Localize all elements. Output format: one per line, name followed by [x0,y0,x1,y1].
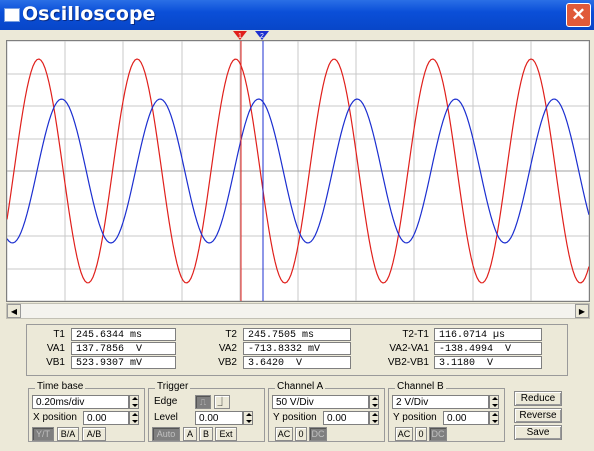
cursor-t1-label: 1 [238,33,242,40]
channel-a-zero-button[interactable]: 0 [295,427,307,441]
channel-b-ypos-field[interactable]: 0.00 [443,411,489,425]
window-icon [4,8,20,22]
channel-a-group: Channel A 50 V/Div Y position 0.00 AC 0 … [268,381,385,442]
va2-value: -713.8332 mV [243,342,351,355]
trigger-group: Trigger Edge ⎍ ⏌ Level 0.00 Auto A B Ext [148,381,265,442]
timebase-title: Time base [35,381,86,392]
channel-a-ypos-label: Y position [273,412,317,423]
channel-b-scale-spinner[interactable] [489,395,499,409]
xpos-field[interactable]: 0.00 [83,411,129,425]
va1-value: 137.7856 V [71,342,176,355]
trigger-b-button[interactable]: B [199,427,213,441]
channel-b-scale-field[interactable]: 2 V/Div [392,395,489,409]
mode-ba-button[interactable]: B/A [57,427,79,441]
vb2-label: VB2 [218,357,237,368]
mode-ab-button[interactable]: A/B [82,427,106,441]
channel-a-ypos-field[interactable]: 0.00 [323,411,369,425]
reduce-button[interactable]: Reduce [514,391,562,406]
cursor-handles: 1 2 [233,31,269,40]
channel-a-dc-button[interactable]: DC [309,427,327,441]
trigger-title: Trigger [155,381,191,392]
dt-value: 116.0714 µs [434,328,542,341]
timebase-field[interactable]: 0.20ms/div [32,395,129,409]
va2-label: VA2 [218,343,237,354]
scope-graph [6,40,590,302]
channel-b-zero-button[interactable]: 0 [415,427,427,441]
t2-value: 245.7505 ms [243,328,351,341]
cursor-readout: T1 245.6344 ms VA1 137.7856 V VB1 523.93… [26,324,568,376]
scroll-right-icon[interactable]: ▶ [575,304,589,318]
channel-a-title: Channel A [275,381,326,392]
vb2-value: 3.6420 V [243,356,351,369]
dvb-label: VB2-VB1 [387,357,429,368]
level-field[interactable]: 0.00 [195,411,243,425]
scope-display [6,40,590,302]
time-scrollbar[interactable]: ◀ ▶ [6,303,590,319]
channel-a-ypos-spinner[interactable] [369,411,379,425]
channel-b-ypos-spinner[interactable] [489,411,499,425]
close-button[interactable]: ✕ [566,3,591,27]
trigger-auto-button[interactable]: Auto [152,427,180,441]
save-button[interactable]: Save [514,425,562,440]
dt-label: T2-T1 [402,329,429,340]
edge-label: Edge [154,396,178,407]
rising-edge-icon[interactable]: ⎍ [195,395,211,409]
xpos-label: X position [33,412,77,423]
t1-label: T1 [53,329,65,340]
level-spinner[interactable] [243,411,253,425]
channel-b-ypos-label: Y position [393,412,437,423]
channel-b-group: Channel B 2 V/Div Y position 0.00 AC 0 D… [388,381,505,442]
va1-label: VA1 [46,343,65,354]
cursor-t2-label: 2 [260,33,264,40]
scroll-left-icon[interactable]: ◀ [7,304,21,318]
mode-yt-button[interactable]: Y/T [32,427,54,441]
channel-a-scale-field[interactable]: 50 V/Div [272,395,369,409]
channel-b-dc-button[interactable]: DC [429,427,447,441]
vb1-label: VB1 [46,357,65,368]
channel-b-title: Channel B [395,381,446,392]
dvb-value: 3.1180 V [434,356,542,369]
timebase-group: Time base 0.20ms/div X position 0.00 Y/T… [28,381,145,442]
t1-value: 245.6344 ms [71,328,176,341]
channel-a-ac-button[interactable]: AC [275,427,293,441]
trigger-a-button[interactable]: A [183,427,197,441]
dva-value: -138.4994 V [434,342,542,355]
xpos-spinner[interactable] [129,411,139,425]
title-bar: Oscilloscope ✕ [0,0,594,30]
falling-edge-icon[interactable]: ⏌ [214,395,230,409]
timebase-spinner[interactable] [129,395,139,409]
level-label: Level [154,412,178,423]
t2-label: T2 [225,329,237,340]
grid [6,40,590,302]
vb1-value: 523.9307 mV [71,356,176,369]
trigger-ext-button[interactable]: Ext [215,427,237,441]
dva-label: VA2-VA1 [389,343,429,354]
channel-b-ac-button[interactable]: AC [395,427,413,441]
channel-a-scale-spinner[interactable] [369,395,379,409]
reverse-button[interactable]: Reverse [514,408,562,423]
window-title: Oscilloscope [22,3,156,25]
